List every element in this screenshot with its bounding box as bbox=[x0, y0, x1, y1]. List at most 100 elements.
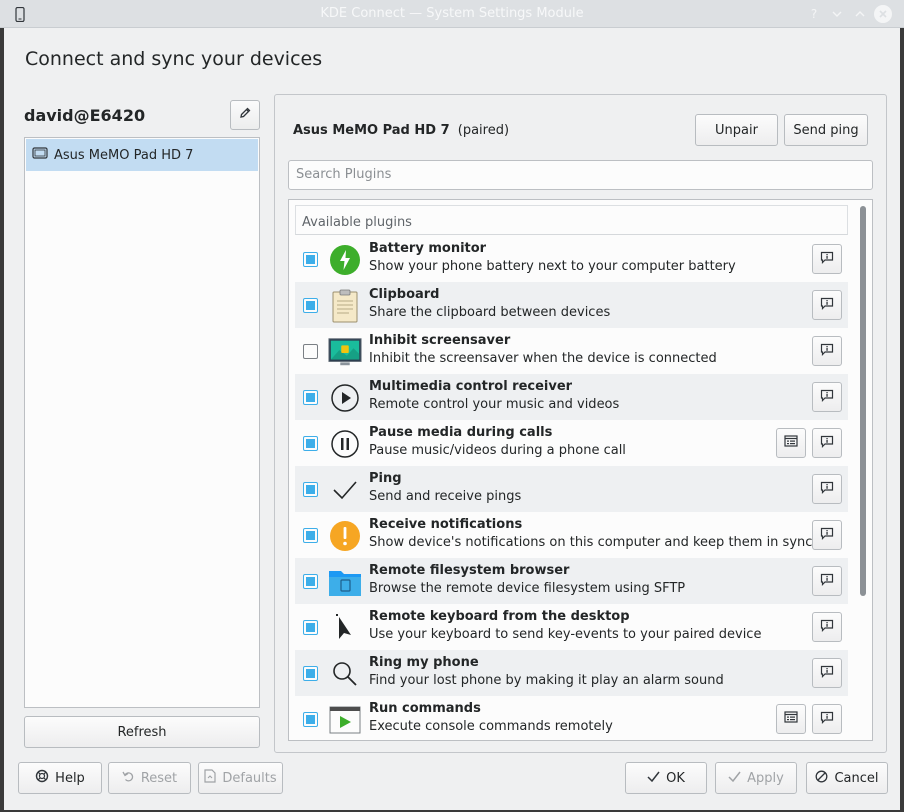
device-title: Asus MeMO Pad HD 7 (paired) bbox=[293, 123, 509, 138]
plugin-checkbox[interactable] bbox=[303, 620, 318, 635]
maximize-icon[interactable] bbox=[851, 5, 869, 23]
plugin-name: Remote keyboard from the desktop bbox=[369, 609, 630, 624]
cancel-button[interactable]: Cancel bbox=[806, 762, 888, 794]
clipboard-icon bbox=[328, 289, 362, 323]
info-icon bbox=[820, 619, 834, 636]
plugin-row-remote-keyboard[interactable]: Remote keyboard from the desktop Use you… bbox=[295, 604, 848, 650]
plugin-row-run-commands[interactable]: Run commands Execute console commands re… bbox=[295, 696, 848, 740]
settings-window: Connect and sync your devices david@E642… bbox=[4, 28, 900, 810]
info-icon bbox=[820, 573, 834, 590]
apply-button-label: Apply bbox=[747, 770, 784, 786]
plugin-info-button[interactable] bbox=[812, 290, 842, 320]
plugin-configure-button[interactable] bbox=[776, 428, 806, 458]
plugin-name: Pause media during calls bbox=[369, 425, 553, 440]
plugin-info-button[interactable] bbox=[812, 520, 842, 550]
info-icon bbox=[820, 711, 834, 728]
plugin-name: Battery monitor bbox=[369, 241, 487, 256]
apply-button[interactable]: Apply bbox=[715, 762, 797, 794]
device-list-item[interactable]: Asus MeMO Pad HD 7 bbox=[26, 139, 258, 171]
plugin-row-ping[interactable]: Ping Send and receive pings bbox=[295, 466, 848, 512]
plugin-row-battery[interactable]: Battery monitor Show your phone battery … bbox=[295, 236, 848, 282]
info-icon bbox=[820, 389, 834, 406]
plugin-checkbox[interactable] bbox=[303, 344, 318, 359]
close-icon[interactable] bbox=[874, 5, 892, 23]
plugin-row-filesystem[interactable]: Remote filesystem browser Browse the rem… bbox=[295, 558, 848, 604]
plugin-configure-button[interactable] bbox=[776, 704, 806, 734]
plugin-description: Send and receive pings bbox=[369, 489, 522, 504]
search-plugins-input[interactable]: Search Plugins bbox=[288, 160, 873, 190]
plugin-checkbox[interactable] bbox=[303, 666, 318, 681]
device-list-item-label: Asus MeMO Pad HD 7 bbox=[54, 147, 194, 163]
hostname-label: david@E6420 bbox=[24, 106, 146, 125]
plugin-name: Ping bbox=[369, 471, 402, 486]
plugin-checkbox[interactable] bbox=[303, 528, 318, 543]
plugin-checkbox[interactable] bbox=[303, 390, 318, 405]
plugin-info-button[interactable] bbox=[812, 658, 842, 688]
help-icon[interactable]: ? bbox=[805, 5, 823, 23]
ok-button[interactable]: OK bbox=[625, 762, 707, 794]
rename-button[interactable] bbox=[230, 100, 260, 130]
plugin-description: Find your lost phone by making it play a… bbox=[369, 673, 724, 688]
plugin-name: Ring my phone bbox=[369, 655, 479, 670]
plugin-name: Run commands bbox=[369, 701, 481, 716]
plugin-description: Inhibit the screensaver when the device … bbox=[369, 351, 717, 366]
info-icon bbox=[820, 435, 834, 452]
plugin-checkbox[interactable] bbox=[303, 482, 318, 497]
device-status: (paired) bbox=[457, 123, 510, 138]
pause-icon bbox=[328, 427, 362, 461]
plugin-checkbox[interactable] bbox=[303, 712, 318, 727]
device-name: Asus MeMO Pad HD 7 bbox=[293, 123, 450, 138]
plugin-description: Remote control your music and videos bbox=[369, 397, 620, 412]
defaults-button[interactable]: Defaults bbox=[198, 762, 283, 794]
reset-button[interactable]: Reset bbox=[108, 762, 191, 794]
cancel-button-label: Cancel bbox=[834, 770, 879, 786]
plugin-info-button[interactable] bbox=[812, 612, 842, 642]
plugin-name: Inhibit screensaver bbox=[369, 333, 511, 348]
plugin-list[interactable]: Available plugins Battery monitor Show y… bbox=[288, 199, 873, 741]
info-icon bbox=[820, 343, 834, 360]
configure-icon bbox=[784, 435, 798, 451]
plugin-list-scrollbar[interactable] bbox=[860, 206, 866, 596]
plugin-row-ring-phone[interactable]: Ring my phone Find your lost phone by ma… bbox=[295, 650, 848, 696]
tablet-icon bbox=[32, 146, 48, 164]
window-titlebar[interactable]: KDE Connect — System Settings Module ? bbox=[0, 0, 904, 28]
run-command-icon bbox=[328, 703, 362, 737]
plugin-info-button[interactable] bbox=[812, 566, 842, 596]
plugin-checkbox[interactable] bbox=[303, 252, 318, 267]
plugin-info-button[interactable] bbox=[812, 474, 842, 504]
plugin-checkbox[interactable] bbox=[303, 298, 318, 313]
device-list[interactable]: Asus MeMO Pad HD 7 bbox=[24, 137, 260, 708]
plugin-row-screensaver[interactable]: Inhibit screensaver Inhibit the screensa… bbox=[295, 328, 848, 374]
plugin-description: Show your phone battery next to your com… bbox=[369, 259, 736, 274]
plugin-list-header: Available plugins bbox=[295, 205, 848, 235]
plugin-info-button[interactable] bbox=[812, 428, 842, 458]
plugin-description: Share the clipboard between devices bbox=[369, 305, 611, 320]
send-ping-button[interactable]: Send ping bbox=[784, 114, 868, 146]
plugin-name: Clipboard bbox=[369, 287, 440, 302]
plugin-checkbox[interactable] bbox=[303, 574, 318, 589]
unpair-button[interactable]: Unpair bbox=[695, 114, 778, 146]
plugin-row-multimedia[interactable]: Multimedia control receiver Remote contr… bbox=[295, 374, 848, 420]
refresh-button[interactable]: Refresh bbox=[24, 716, 260, 748]
checkmark-icon bbox=[728, 771, 741, 786]
plugin-description: Use your keyboard to send key-events to … bbox=[369, 627, 762, 642]
page-title: Connect and sync your devices bbox=[25, 48, 323, 70]
plugin-info-button[interactable] bbox=[812, 244, 842, 274]
window-title: KDE Connect — System Settings Module bbox=[320, 6, 584, 21]
plugin-row-clipboard[interactable]: Clipboard Share the clipboard between de… bbox=[295, 282, 848, 328]
plugin-description: Pause music/videos during a phone call bbox=[369, 443, 626, 458]
plugin-name: Multimedia control receiver bbox=[369, 379, 573, 394]
plugin-description: Show device's notifications on this comp… bbox=[369, 535, 813, 550]
plugin-info-button[interactable] bbox=[812, 382, 842, 412]
plugin-row-notifications[interactable]: Receive notifications Show device's noti… bbox=[295, 512, 848, 558]
plugin-info-button[interactable] bbox=[812, 704, 842, 734]
device-panel: Asus MeMO Pad HD 7 (paired) Unpair Send … bbox=[274, 94, 887, 753]
play-icon bbox=[328, 381, 362, 415]
help-button[interactable]: Help bbox=[18, 762, 102, 794]
plugin-row-pause-media[interactable]: Pause media during calls Pause music/vid… bbox=[295, 420, 848, 466]
plugin-checkbox[interactable] bbox=[303, 436, 318, 451]
lifebuoy-icon bbox=[35, 769, 49, 787]
minimize-icon[interactable] bbox=[828, 5, 846, 23]
folder-icon bbox=[328, 565, 362, 599]
plugin-info-button[interactable] bbox=[812, 336, 842, 366]
